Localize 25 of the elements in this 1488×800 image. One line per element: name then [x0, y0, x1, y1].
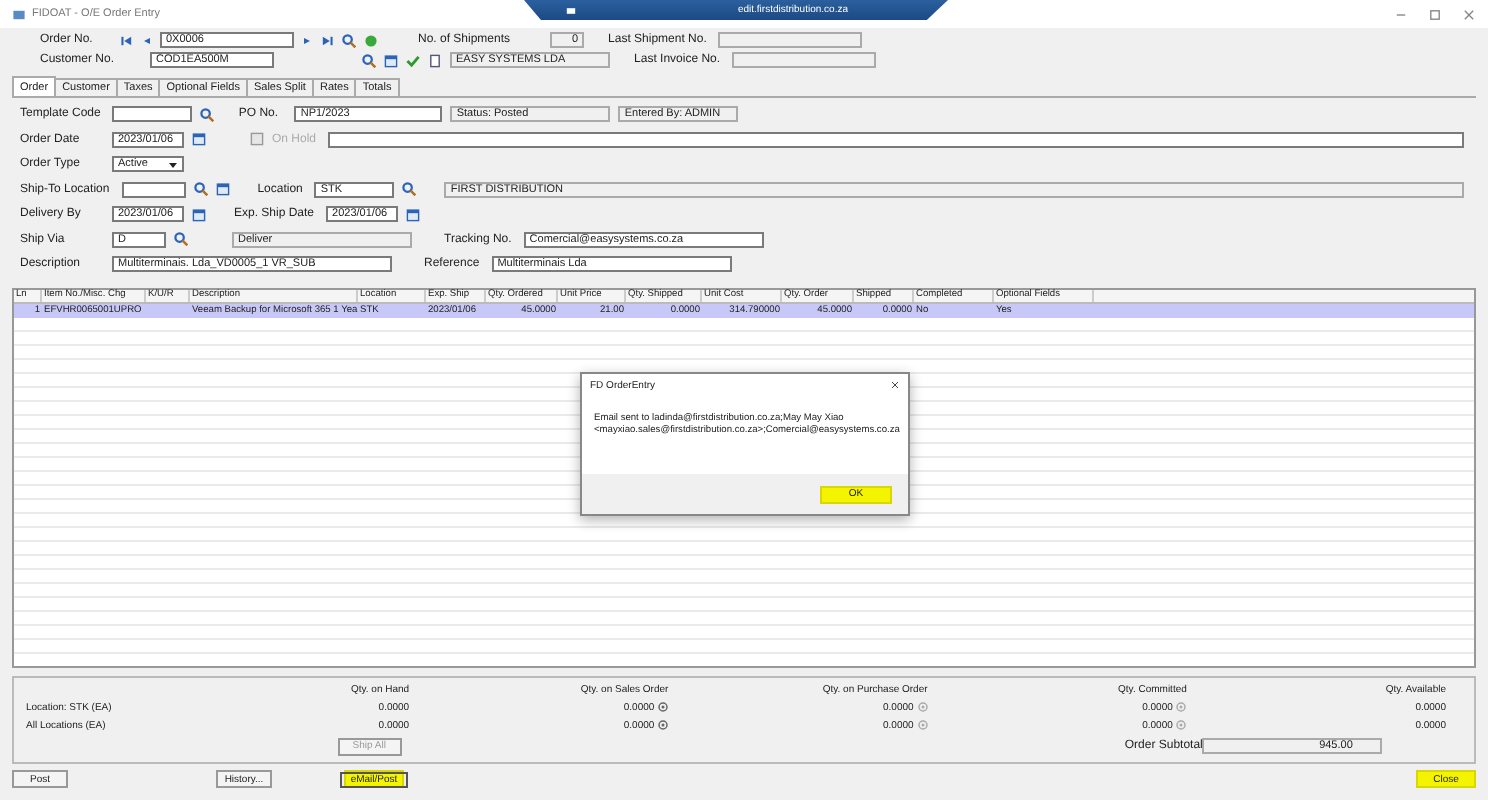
search-icon[interactable]: [342, 33, 356, 47]
calendar-icon[interactable]: [192, 132, 206, 147]
ship-to-field[interactable]: [121, 181, 186, 198]
close-icon[interactable]: [890, 380, 900, 390]
previous-icon[interactable]: [142, 33, 152, 47]
calendar-icon[interactable]: [215, 182, 230, 197]
on-hold-reason-field[interactable]: [328, 131, 1464, 148]
search-icon[interactable]: [193, 182, 208, 197]
add-icon[interactable]: [364, 33, 378, 47]
calendar-icon[interactable]: [406, 207, 421, 222]
calendar-icon[interactable]: [192, 207, 206, 222]
next-icon[interactable]: [302, 33, 312, 47]
template-code-field[interactable]: [112, 106, 193, 123]
maximize-icon[interactable]: [1428, 7, 1442, 21]
first-record-icon[interactable]: [120, 33, 134, 47]
search-icon[interactable]: [174, 232, 188, 247]
check-icon[interactable]: [406, 53, 421, 67]
document-icon[interactable]: [428, 53, 443, 67]
search-icon[interactable]: [362, 53, 377, 67]
dropdown-caret-icon: [168, 159, 178, 170]
search-icon[interactable]: [200, 107, 215, 122]
last-record-icon[interactable]: [320, 33, 334, 47]
calendar-icon[interactable]: [384, 53, 399, 67]
search-icon[interactable]: [402, 182, 417, 197]
app-icon: [12, 7, 26, 21]
